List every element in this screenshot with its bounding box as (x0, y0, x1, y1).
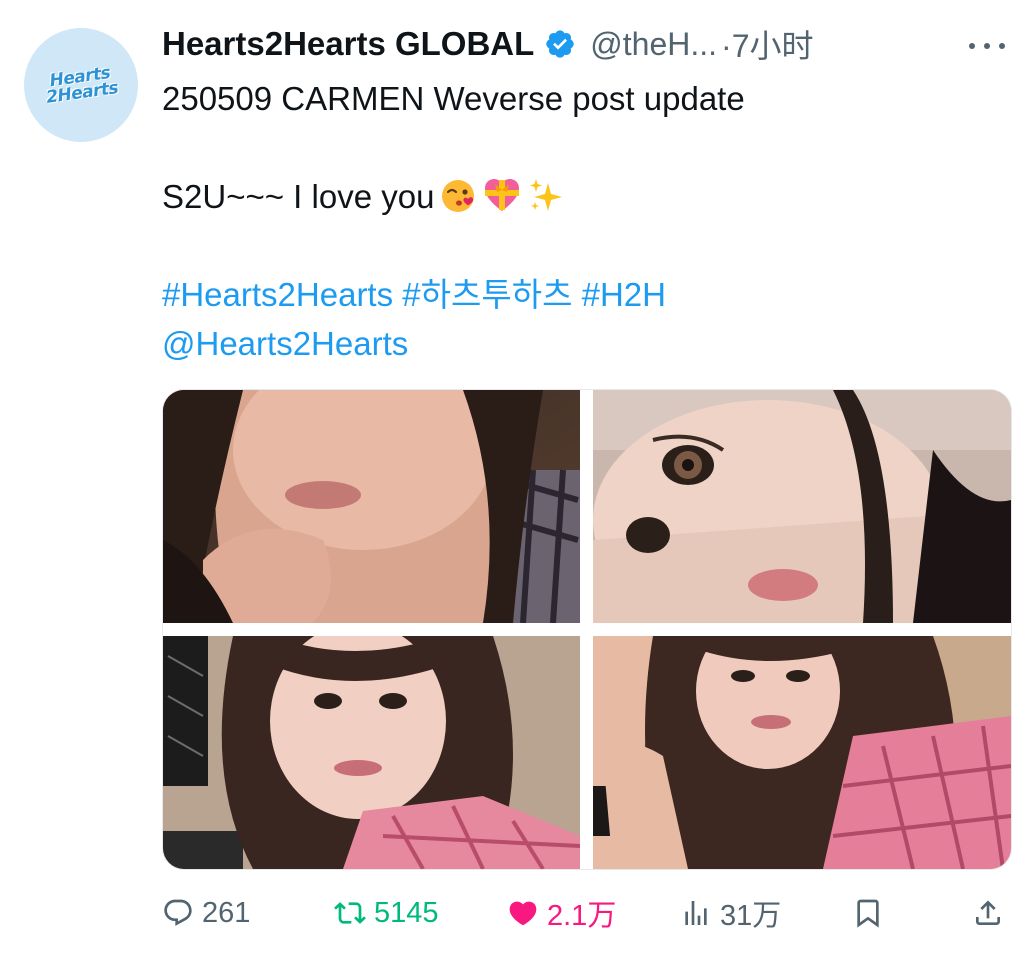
action-bar: 261 5145 2.1万 31万 (162, 888, 1010, 938)
photo-1[interactable] (163, 390, 580, 623)
reply-icon (164, 899, 192, 926)
like-count: 2.1万 (547, 900, 617, 932)
heart-ribbon-emoji-icon (482, 175, 522, 215)
tweet-line-2: S2U~~~ I love you (162, 172, 1012, 221)
views-button[interactable]: 31万 (680, 888, 781, 938)
share-icon (976, 900, 1000, 925)
bookmark-button[interactable] (852, 888, 892, 938)
avatar[interactable]: Hearts 2Hearts (24, 28, 138, 142)
repost-icon (334, 902, 366, 924)
tweet-header: Hearts2Hearts GLOBAL @theH... ·7小时 (162, 22, 1012, 66)
tweet-line-2-text: S2U~~~ I love you (162, 178, 435, 215)
photo-3[interactable] (163, 636, 580, 869)
like-button[interactable]: 2.1万 (507, 888, 616, 938)
like-icon (509, 901, 537, 926)
display-name[interactable]: Hearts2Hearts GLOBAL (162, 25, 534, 63)
verified-badge-icon[interactable] (544, 28, 576, 60)
share-button[interactable] (972, 888, 1012, 938)
avatar-logo: Hearts 2Hearts (43, 63, 119, 108)
views-count: 31万 (720, 900, 782, 932)
hashtag-line: #Hearts2Hearts #하츠투하츠 #H2H (162, 270, 1012, 319)
tweet-text: 250509 CARMEN Weverse post update S2U~~~… (162, 74, 1012, 368)
photo-4[interactable] (593, 636, 1011, 869)
mention-line: @Hearts2Hearts (162, 319, 1012, 368)
handle[interactable]: @theH... (590, 26, 717, 63)
kiss-emoji-icon (438, 175, 478, 215)
photo-2[interactable] (593, 390, 1011, 623)
tweet-line-1: 250509 CARMEN Weverse post update (162, 80, 745, 117)
bookmark-icon (857, 899, 879, 928)
media-grid (162, 389, 1012, 870)
hashtag-link[interactable]: #하츠투하츠 (402, 276, 572, 313)
timestamp[interactable]: ·7小时 (721, 21, 813, 67)
repost-button[interactable]: 5145 (334, 888, 439, 938)
mention-link[interactable]: @Hearts2Hearts (162, 325, 408, 362)
reply-count: 261 (202, 896, 251, 929)
hashtag-link[interactable]: #H2H (582, 276, 666, 313)
hashtag-link[interactable]: #Hearts2Hearts (162, 276, 393, 313)
reply-button[interactable]: 261 (162, 888, 250, 938)
repost-count: 5145 (374, 896, 439, 929)
sparkles-emoji-icon (526, 175, 566, 215)
views-icon (685, 901, 707, 925)
more-icon[interactable] (962, 26, 1012, 62)
